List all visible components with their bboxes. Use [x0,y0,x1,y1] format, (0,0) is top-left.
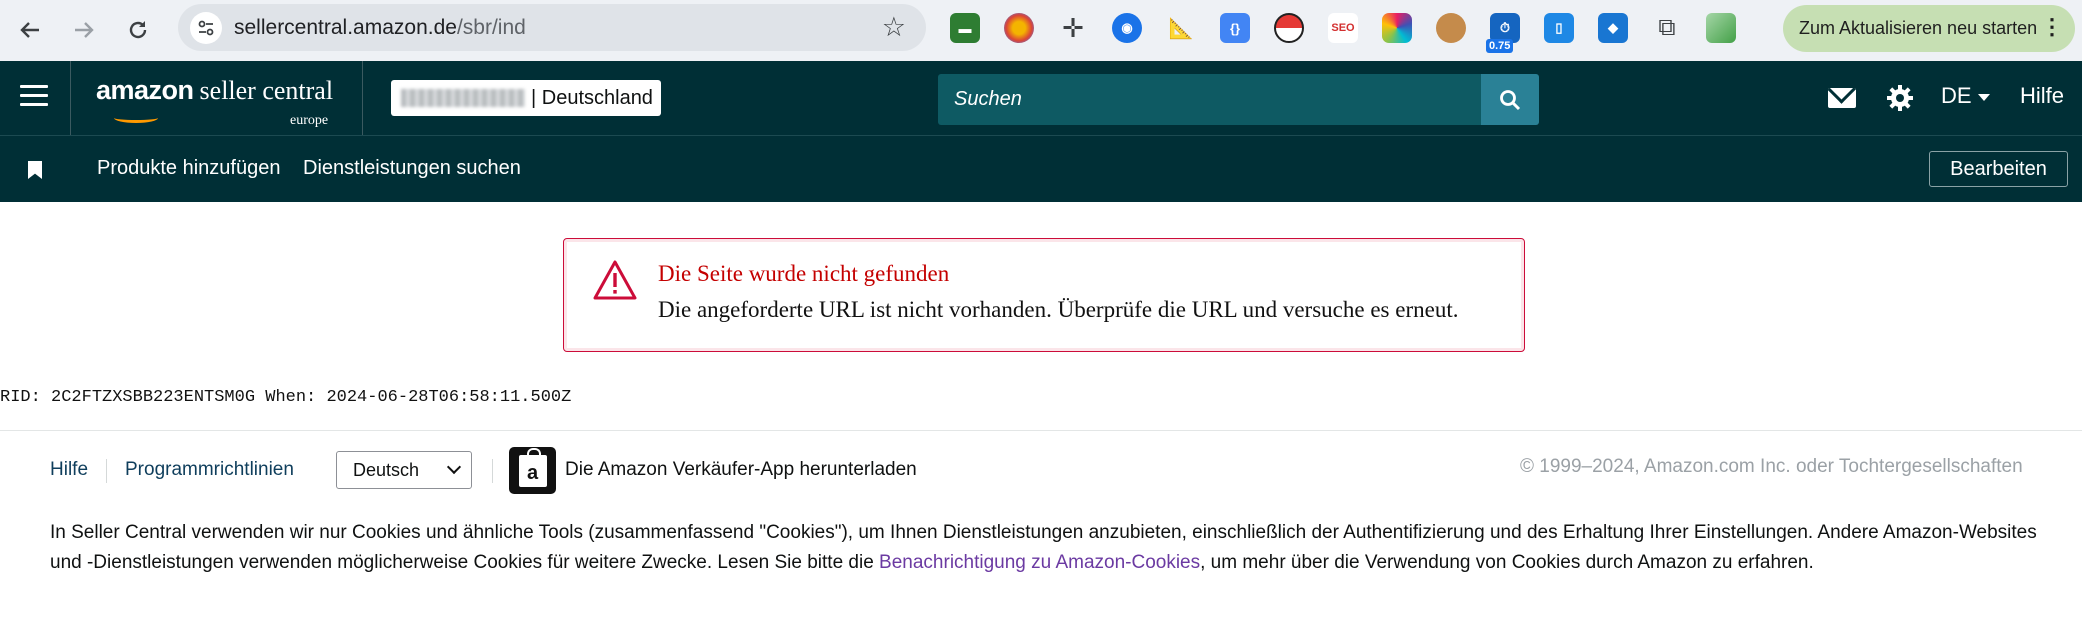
logo-brand: amazon [96,75,194,105]
forward-button[interactable] [64,10,104,50]
amazon-smile-icon [114,113,158,123]
language-dropdown[interactable]: DE [1941,83,1990,109]
account-switcher[interactable]: | Deutschland [391,80,661,116]
back-button[interactable] [10,10,50,50]
redacted-account-name [401,89,525,107]
copyright-text: © 1999–2024, Amazon.com Inc. oder Tochte… [1520,456,2023,477]
alert-title: Die Seite wurde nicht gefunden [658,261,950,286]
bookmark-nav-bar: Produkte hinzufügen Dienstleistungen suc… [0,135,2082,202]
request-id-text: RID: 2C2FTZXSBB223ENTSM0G When: 2024-06-… [0,388,572,407]
extension-color-icon[interactable] [1004,13,1034,43]
bookmark-icon[interactable] [28,161,42,179]
extension-eye-icon[interactable]: ◉ [1112,13,1142,43]
subnav-item-find-services[interactable]: Dienstleistungen suchen [303,157,521,180]
footer-policies-link[interactable]: Programmrichtlinien [125,459,294,481]
logo-product: seller central [199,76,334,105]
footer-divider [0,430,2082,431]
url-path: /sbr/ind [456,16,526,39]
subnav-item-add-products[interactable]: Produkte hinzufügen [97,157,280,180]
extension-colorpicker-icon[interactable] [1382,13,1412,43]
extension-terminal-icon[interactable]: ▬ [950,13,980,43]
error-alert: Die Seite wurde nicht gefunden Die angef… [563,238,1525,352]
cookie-notice-link[interactable]: Benachrichtigung zu Amazon-Cookies [879,552,1200,573]
header-divider [362,61,363,135]
extension-ruler-icon[interactable]: 📐 [1166,13,1196,43]
search-input[interactable] [938,74,1481,125]
extensions-puzzle-icon[interactable]: ⧉ [1652,13,1682,43]
extension-phone-icon[interactable]: ▯ [1544,13,1574,43]
header-divider [70,61,71,135]
more-menu-icon[interactable]: ⋮ [2041,14,2063,40]
cookie-notice: In Seller Central verwenden wir nur Cook… [50,518,2040,578]
extension-cookie-icon[interactable] [1436,13,1466,43]
search-button[interactable] [1481,74,1539,125]
mail-icon[interactable] [1828,88,1856,108]
update-restart-label: Zum Aktualisieren neu starten [1799,18,2038,38]
arrow-left-icon [20,22,39,38]
footer-separator [106,459,107,483]
alert-message: Die angeforderte URL ist nicht vorhanden… [658,297,1459,322]
arrow-right-icon [75,22,94,38]
caret-down-icon [1977,93,1990,101]
account-marketplace: | Deutschland [531,86,653,109]
extension-tag-icon[interactable]: ◆ [1598,13,1628,43]
browser-toolbar: sellercentral.amazon.de/sbr/ind ☆ ▬ ✛ ◉ … [0,0,2082,61]
amazon-seller-central-logo[interactable]: amazon seller central europe [96,75,334,128]
update-restart-button[interactable]: Zum Aktualisieren neu starten ⋮ [1783,5,2075,52]
reload-button[interactable] [118,10,158,50]
language-label: DE [1941,83,1972,108]
seller-central-header: amazon seller central europe | Deutschlan… [0,61,2082,135]
extension-seo-icon[interactable]: SEO [1328,13,1358,43]
address-bar[interactable]: sellercentral.amazon.de/sbr/ind ☆ [178,4,926,51]
url-text: sellercentral.amazon.de/sbr/ind [234,16,526,40]
seller-app-icon[interactable]: a [509,447,556,494]
hamburger-menu-icon[interactable] [20,85,48,109]
gear-icon[interactable] [1886,84,1914,112]
chevron-down-icon [446,459,462,475]
site-settings-icon[interactable] [190,12,222,44]
logo-region: europe [290,113,329,128]
extensions-bar: ▬ ✛ ◉ 📐 {} SEO ⏱ 0.75 ▯ ◆ ⧉ [950,9,1760,53]
edit-button[interactable]: Bearbeiten [1929,151,2068,187]
bookmark-star-icon[interactable]: ☆ [882,12,906,43]
footer-separator [492,459,493,483]
search-bar [938,74,1539,125]
extension-code-icon[interactable]: {} [1220,13,1250,43]
footer-help-link[interactable]: Hilfe [50,459,88,481]
language-select-value: Deutsch [353,459,420,480]
seller-app-download-link[interactable]: Die Amazon Verkäufer-App herunterladen [565,459,917,481]
extension-timer-icon[interactable]: ⏱ 0.75 [1486,13,1520,53]
url-host: sellercentral.amazon.de [234,16,457,39]
cookie-text-after: , um mehr über die Verwendung von Cookie… [1200,552,1814,573]
search-icon [1500,89,1521,110]
warning-icon [593,260,637,300]
extension-move-icon[interactable]: ✛ [1058,13,1088,43]
header-help-link[interactable]: Hilfe [2020,83,2064,109]
extension-badge: 0.75 [1486,39,1514,53]
footer-language-select[interactable]: Deutsch [336,451,472,489]
profile-avatar[interactable] [1706,13,1736,43]
extension-pokeball-icon[interactable] [1274,13,1304,43]
reload-icon [129,21,147,39]
